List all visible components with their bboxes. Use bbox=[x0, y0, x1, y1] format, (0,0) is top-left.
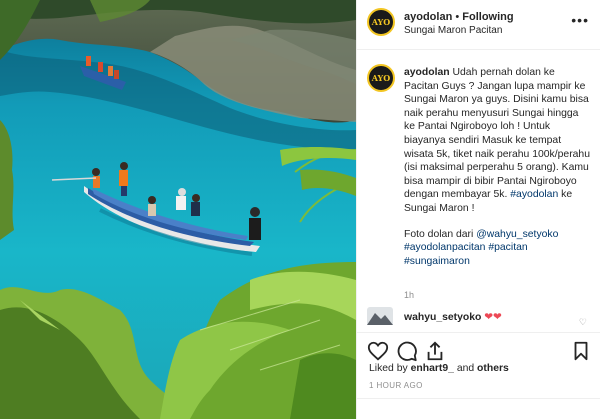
post-header: AYO ayodolan • Following Sungai Maron Pa… bbox=[357, 0, 600, 50]
following-button[interactable]: Following bbox=[462, 11, 513, 23]
comment-icon[interactable] bbox=[396, 340, 418, 362]
avatar[interactable]: AYO bbox=[367, 64, 395, 92]
caption-body: Udah pernah dolan ke Pacitan Guys ? Jang… bbox=[404, 67, 590, 201]
brand-logo: AYO bbox=[371, 73, 391, 83]
comment-row: wahyu_setyoko ❤❤ ♡ bbox=[357, 305, 600, 331]
username-link[interactable]: ayodolan bbox=[404, 11, 452, 23]
photo-canvas bbox=[0, 0, 356, 419]
avatar[interactable]: AYO bbox=[367, 8, 395, 36]
like-comment-icon[interactable]: ♡ bbox=[579, 317, 587, 328]
more-options-icon[interactable]: ••• bbox=[571, 12, 589, 28]
comment-text: wahyu_setyoko ❤❤ bbox=[404, 311, 502, 323]
divider bbox=[357, 398, 600, 399]
location-link[interactable]: Sungai Maron Pacitan bbox=[404, 25, 502, 36]
save-bookmark-icon[interactable] bbox=[570, 340, 592, 362]
comment-username[interactable]: wahyu_setyoko bbox=[404, 312, 481, 323]
likes-others-link[interactable]: others bbox=[477, 363, 509, 374]
post-timestamp[interactable]: 1 HOUR AGO bbox=[369, 381, 423, 390]
avatar[interactable] bbox=[367, 307, 393, 325]
hashtag-link[interactable]: #ayodolan bbox=[510, 189, 558, 200]
caption-credit: Foto dolan dari @wahyu_setyoko #ayodolan… bbox=[404, 228, 592, 269]
credit-prefix: Foto dolan dari bbox=[404, 228, 474, 240]
post-photo[interactable] bbox=[0, 0, 356, 419]
caption-age: 1h bbox=[404, 290, 415, 300]
brand-logo: AYO bbox=[371, 17, 391, 27]
likes-prefix: Liked by bbox=[369, 363, 408, 374]
caption-block: AYO ayodolan Udah pernah dolan ke Pacita… bbox=[357, 58, 600, 300]
hashtags-links[interactable]: #ayodolanpacitan #pacitan #sungaimaron bbox=[404, 242, 528, 267]
like-heart-icon[interactable] bbox=[367, 340, 389, 362]
mention-link[interactable]: @wahyu_setyoko bbox=[476, 229, 558, 240]
share-icon[interactable] bbox=[424, 340, 446, 362]
post-side-panel: AYO ayodolan • Following Sungai Maron Pa… bbox=[356, 0, 600, 419]
comment-body: ❤❤ bbox=[484, 312, 502, 323]
likes-middle: and bbox=[456, 363, 475, 374]
caption-username[interactable]: ayodolan bbox=[404, 67, 450, 78]
separator-dot: • bbox=[455, 11, 460, 23]
post-author: ayodolan • Following bbox=[404, 11, 514, 23]
likes-summary: Liked by enhart9_ and others bbox=[369, 363, 509, 374]
commenter-avatar-image bbox=[367, 307, 393, 325]
liker-username[interactable]: enhart9_ bbox=[411, 363, 454, 374]
instagram-post: AYO ayodolan • Following Sungai Maron Pa… bbox=[0, 0, 600, 419]
caption-text: ayodolan Udah pernah dolan ke Pacitan Gu… bbox=[404, 66, 592, 268]
